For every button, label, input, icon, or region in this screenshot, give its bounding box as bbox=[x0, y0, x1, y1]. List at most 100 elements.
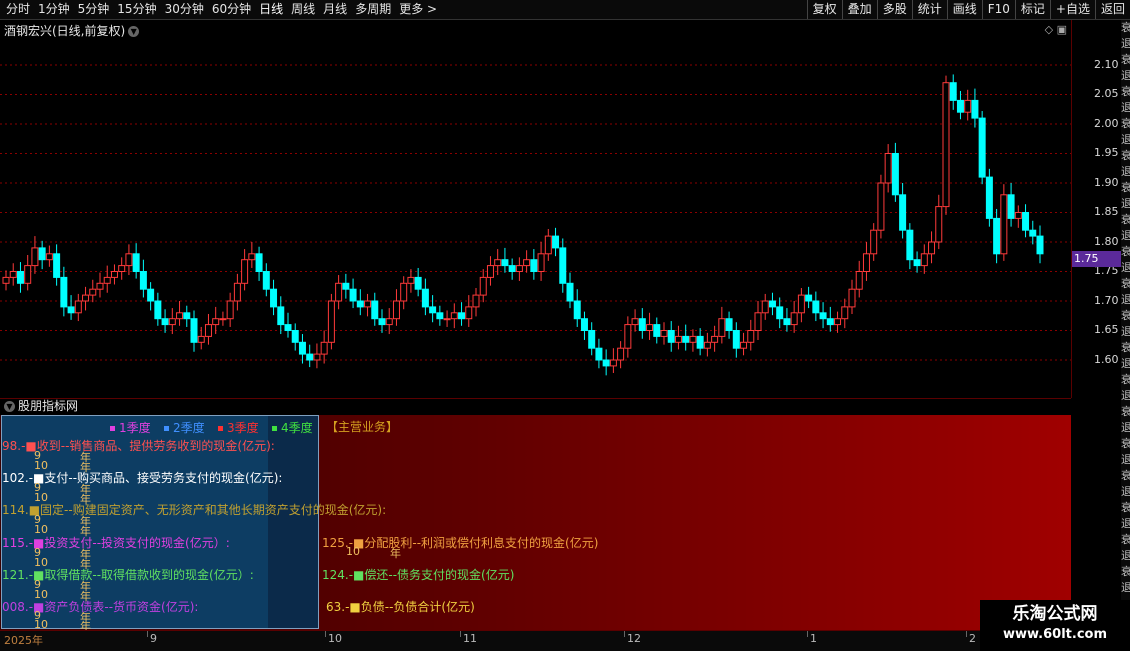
tab-30min[interactable]: 30分钟 bbox=[161, 0, 208, 19]
candle-body bbox=[718, 318, 726, 337]
stats-button[interactable]: 统计 bbox=[911, 0, 947, 19]
candle-body bbox=[913, 259, 921, 267]
f10-button[interactable]: F10 bbox=[981, 0, 1015, 19]
indicator-header: ▼ 股朋指标网 bbox=[0, 398, 1071, 415]
candle-body bbox=[190, 318, 198, 343]
candle-body bbox=[306, 353, 314, 361]
candle-body bbox=[335, 282, 343, 302]
candle-body bbox=[356, 300, 364, 308]
mark-button[interactable]: 标记 bbox=[1014, 0, 1050, 19]
candle-body bbox=[96, 282, 104, 290]
candle-body bbox=[110, 271, 118, 278]
candle-body bbox=[277, 306, 285, 326]
watermark-url: www.60lt.com bbox=[1002, 627, 1108, 642]
candle-body bbox=[443, 318, 451, 321]
date-tick bbox=[807, 631, 808, 637]
candle-body bbox=[783, 318, 791, 326]
quarter-4-text: 4季度 bbox=[281, 421, 313, 435]
candle-body bbox=[956, 99, 964, 113]
tab-5min[interactable]: 5分钟 bbox=[74, 0, 114, 19]
date-label: 12 bbox=[627, 632, 641, 645]
candle-body bbox=[508, 265, 516, 273]
candle-body bbox=[60, 276, 68, 308]
candle-body bbox=[270, 288, 278, 308]
candle-body bbox=[985, 176, 993, 219]
candle-body bbox=[646, 324, 654, 332]
candle-body bbox=[935, 206, 943, 243]
date-tick bbox=[147, 631, 148, 637]
candle-body bbox=[870, 229, 878, 255]
candle-body bbox=[566, 282, 574, 302]
candle-body bbox=[768, 300, 776, 308]
candle-body bbox=[1000, 194, 1008, 255]
quarter-3-text: 3季度 bbox=[227, 421, 259, 435]
candle-body bbox=[197, 335, 205, 343]
candle-body bbox=[349, 288, 357, 302]
candle-body bbox=[176, 312, 184, 320]
candle-body bbox=[631, 318, 639, 326]
watermark: 乐淘公式网 www.60lt.com bbox=[980, 600, 1130, 650]
candle-body bbox=[1029, 229, 1037, 237]
candle-body bbox=[530, 259, 538, 272]
candle-body bbox=[942, 82, 950, 208]
price-label: 1.70 bbox=[1094, 294, 1119, 307]
candle-body bbox=[884, 153, 892, 184]
candle-body bbox=[364, 300, 372, 308]
candle-body bbox=[147, 288, 155, 302]
tab-60min[interactable]: 60分钟 bbox=[208, 0, 255, 19]
candle-body bbox=[754, 312, 762, 331]
quarter-2-label: 2季度 bbox=[164, 419, 205, 436]
adjust-button[interactable]: 复权 bbox=[806, 0, 842, 19]
candle-body bbox=[711, 335, 719, 343]
candle-body bbox=[291, 330, 299, 343]
tab-multi-period[interactable]: 多周期 bbox=[351, 0, 395, 19]
candle-body bbox=[501, 259, 509, 267]
candle-body bbox=[595, 347, 603, 361]
candle-body bbox=[660, 330, 668, 337]
candle-body bbox=[862, 253, 870, 273]
candle-body bbox=[320, 341, 328, 355]
draw-line-button[interactable]: 画线 bbox=[946, 0, 982, 19]
period-tabs: 分时 1分钟 5分钟 15分钟 30分钟 60分钟 日线 周线 月线 多周期 更… bbox=[2, 0, 441, 19]
candle-body bbox=[400, 282, 408, 302]
candle-body bbox=[219, 318, 227, 321]
toolbar-buttons: 复权 叠加 多股 统计 画线 F10 标记 +自选 返回 bbox=[806, 0, 1130, 19]
candle-body bbox=[450, 312, 458, 320]
watermark-title: 乐淘公式网 bbox=[1012, 604, 1098, 624]
tab-more[interactable]: 更多 > bbox=[395, 0, 441, 19]
window-icon[interactable]: ▣ bbox=[1057, 23, 1067, 36]
candle-body bbox=[298, 341, 306, 355]
sub-10: 10 bbox=[34, 491, 48, 504]
sub-nian: 年 bbox=[80, 461, 91, 474]
sub-10: 10 bbox=[34, 556, 48, 569]
add-watchlist-button[interactable]: +自选 bbox=[1049, 0, 1095, 19]
tab-15min[interactable]: 15分钟 bbox=[113, 0, 160, 19]
candle-body bbox=[154, 300, 162, 320]
candle-body bbox=[74, 300, 82, 314]
candle-body bbox=[797, 294, 805, 314]
quarter-1-swatch bbox=[110, 426, 115, 431]
candlestick-chart[interactable] bbox=[0, 20, 1071, 398]
diamond-icon[interactable]: ◇ bbox=[1045, 23, 1053, 36]
candle-body bbox=[2, 276, 10, 284]
candle-body bbox=[609, 359, 617, 367]
tab-monthly[interactable]: 月线 bbox=[319, 0, 351, 19]
overlay-button[interactable]: 叠加 bbox=[841, 0, 877, 19]
sub-nian: 年 bbox=[80, 558, 91, 571]
back-button[interactable]: 返回 bbox=[1094, 0, 1130, 19]
candle-body bbox=[342, 282, 350, 290]
price-chart-panel[interactable]: 酒钢宏兴(日线,前复权) ▼ ◇ ▣ bbox=[0, 20, 1071, 398]
tab-1min[interactable]: 1分钟 bbox=[34, 0, 74, 19]
sub-nian: 年 bbox=[80, 590, 91, 603]
candle-body bbox=[725, 318, 733, 332]
tab-weekly[interactable]: 周线 bbox=[287, 0, 319, 19]
candle-body bbox=[385, 318, 393, 326]
multi-stock-button[interactable]: 多股 bbox=[876, 0, 912, 19]
tab-daily[interactable]: 日线 bbox=[255, 0, 287, 19]
tab-fenshi[interactable]: 分时 bbox=[2, 0, 34, 19]
chevron-down-icon[interactable]: ▼ bbox=[4, 401, 15, 412]
candle-body bbox=[479, 276, 487, 296]
chevron-down-icon[interactable]: ▼ bbox=[128, 26, 140, 37]
date-label: 2025年 bbox=[4, 634, 43, 647]
date-tick bbox=[325, 631, 326, 637]
